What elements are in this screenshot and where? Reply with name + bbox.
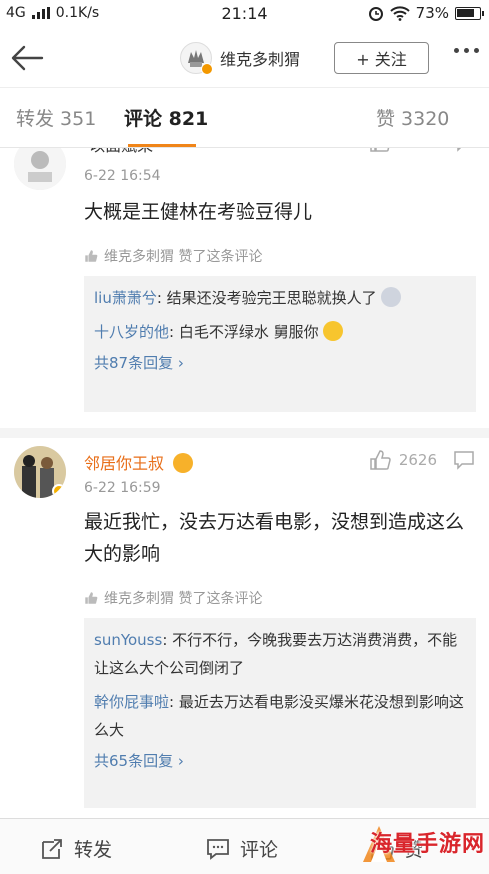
alarm-icon bbox=[368, 7, 383, 21]
avatar[interactable] bbox=[14, 148, 66, 190]
reply-text: : 白毛不浮绿水 舅服你 bbox=[169, 323, 319, 341]
author-liked-note: 维克多刺猬 赞了这条评论 bbox=[84, 588, 262, 608]
comment-username[interactable]: 邻居你王叔 bbox=[84, 450, 194, 474]
divider bbox=[0, 428, 489, 438]
reply-preview[interactable]: sunYouss: 不行不行，今晚我要去万达消费消费，不能让这么大个公司倒闭了 … bbox=[84, 618, 476, 808]
reply-text: : 结果还没考验完王思聪就换人了 bbox=[156, 289, 377, 307]
thumbs-up-icon bbox=[85, 592, 98, 604]
comment-icon bbox=[207, 838, 229, 860]
like-count[interactable]: 3471 bbox=[369, 148, 437, 152]
comment-text: 大概是王健林在考验豆得儿 bbox=[84, 201, 313, 223]
comment-time: 6-22 16:54 bbox=[84, 168, 161, 184]
tab-comments[interactable]: 评论 821 bbox=[124, 104, 208, 131]
wifi-icon bbox=[389, 5, 410, 21]
reply-username[interactable]: 幹你屁事啦 bbox=[94, 693, 169, 711]
profile-header[interactable]: 维克多刺猬 bbox=[180, 42, 301, 75]
follow-button[interactable]: + 关注 bbox=[334, 42, 429, 74]
reply-item: sunYouss: 不行不行，今晚我要去万达消费消费，不能让这么大个公司倒闭了 bbox=[94, 626, 466, 682]
comment-item: ·以面赋呆 3471 6-22 16:54 大概是王健林在考验豆得儿 维克多刺猬… bbox=[0, 148, 489, 423]
tab-repost[interactable]: 转发 351 bbox=[16, 104, 96, 131]
nav-bar: 维克多刺猬 + 关注 bbox=[0, 28, 489, 88]
comment-time: 6-22 16:59 bbox=[84, 480, 161, 496]
comment-feed[interactable]: ·以面赋呆 3471 6-22 16:54 大概是王健林在考验豆得儿 维克多刺猬… bbox=[0, 148, 489, 818]
back-button[interactable] bbox=[8, 40, 48, 76]
more-options-icon[interactable] bbox=[454, 48, 479, 53]
verified-badge bbox=[52, 484, 66, 498]
comment-button[interactable]: 评论 bbox=[206, 835, 278, 862]
comment-text: 最近我忙，没去万达看电影，没想到造成这么大的影响 bbox=[84, 511, 465, 565]
like-count[interactable]: 2626 bbox=[369, 450, 437, 470]
active-tab-indicator bbox=[128, 144, 196, 147]
reply-preview[interactable]: liu萧萧兮: 结果还没考验完王思聪就换人了 十八岁的他: 白毛不浮绿水 舅服你… bbox=[84, 276, 476, 412]
battery-percent: 73% bbox=[415, 4, 449, 22]
thumbs-up-icon bbox=[85, 250, 98, 262]
status-right: 73% bbox=[368, 4, 484, 22]
repost-icon bbox=[42, 838, 62, 859]
author-liked-note: 维克多刺猬 赞了这条评论 bbox=[84, 246, 262, 266]
reply-username[interactable]: liu萧萧兮 bbox=[94, 289, 157, 307]
emoji-icon bbox=[322, 321, 343, 341]
battery-icon bbox=[455, 6, 484, 20]
thumbs-up-icon bbox=[370, 148, 390, 152]
reply-icon[interactable] bbox=[453, 148, 475, 152]
avatar[interactable] bbox=[180, 42, 213, 75]
reply-item: 幹你屁事啦: 最近去万达看电影没买爆米花没想到影响这么大 bbox=[94, 688, 466, 744]
more-replies-link[interactable]: 共87条回复 › bbox=[94, 352, 466, 373]
emoji-icon bbox=[380, 287, 401, 307]
reply-item: 十八岁的他: 白毛不浮绿水 舅服你 bbox=[94, 318, 466, 346]
reply-username[interactable]: sunYouss bbox=[94, 631, 162, 649]
back-arrow-icon bbox=[11, 45, 44, 71]
heart-eyes-emoji-icon bbox=[173, 453, 194, 473]
more-replies-link[interactable]: 共65条回复 › bbox=[94, 750, 466, 771]
reply-item: liu萧萧兮: 结果还没考验完王思聪就换人了 bbox=[94, 284, 466, 312]
repost-button[interactable]: 转发 bbox=[40, 835, 112, 862]
thumbs-up-icon bbox=[370, 450, 391, 470]
reply-icon[interactable] bbox=[453, 450, 475, 470]
user-avatar-icon bbox=[14, 148, 66, 190]
status-bar: 4G 0.1K/s 21:14 73% bbox=[0, 0, 489, 28]
reply-username[interactable]: 十八岁的他 bbox=[94, 323, 169, 341]
tab-bar: 转发 351 评论 821 赞 3320 bbox=[0, 88, 489, 148]
watermark: 海量手游网 bbox=[369, 832, 485, 857]
avatar[interactable] bbox=[14, 446, 66, 498]
page-title: 维克多刺猬 bbox=[220, 50, 301, 69]
comment-item: 邻居你王叔 2626 6-22 16:59 最近我忙，没去万达看电影，没想到造成… bbox=[0, 444, 489, 814]
verified-badge bbox=[201, 63, 213, 75]
comment-username[interactable]: ·以面赋呆 bbox=[84, 148, 153, 156]
tab-likes[interactable]: 赞 3320 bbox=[376, 104, 449, 131]
